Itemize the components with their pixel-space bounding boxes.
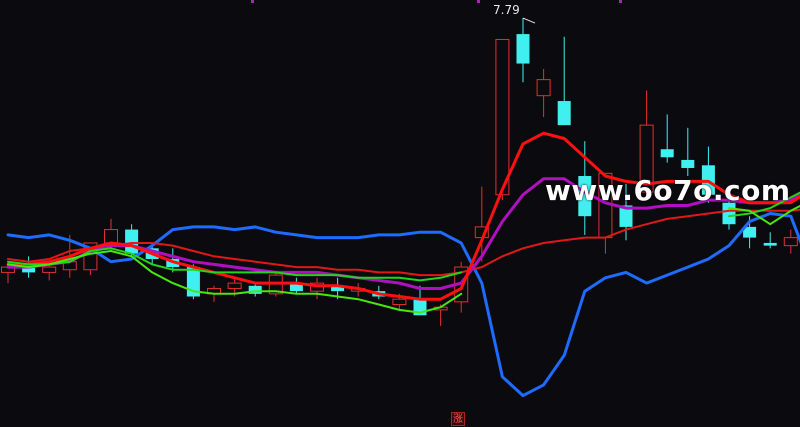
top-marker — [251, 0, 254, 3]
candle-body — [392, 298, 407, 306]
candle-body — [516, 34, 530, 64]
candle-body — [557, 101, 571, 126]
candle-body — [536, 79, 551, 97]
rise-badge: 涨 — [451, 412, 465, 426]
peak-price-label: 7.79 — [493, 3, 520, 17]
candle-body — [125, 229, 139, 254]
top-marker — [477, 0, 480, 3]
candle-body — [660, 149, 674, 158]
candle-body — [681, 159, 695, 168]
candle-body — [763, 242, 777, 246]
chart-background — [0, 0, 800, 427]
candle-body — [227, 282, 242, 289]
candle-body — [495, 38, 510, 196]
watermark-text: www.6o7o.com — [545, 174, 791, 207]
top-marker — [619, 0, 622, 3]
candle-body — [104, 229, 118, 244]
candle-body — [783, 237, 798, 247]
candlestick-chart — [0, 0, 800, 427]
candle-body — [42, 266, 57, 273]
